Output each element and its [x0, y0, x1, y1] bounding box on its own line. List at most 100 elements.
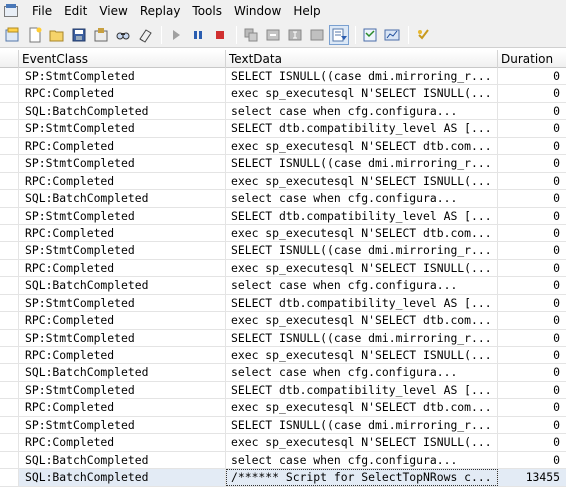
table-row[interactable]: SP:StmtCompleted SELECT dtb.compatibility… [0, 294, 566, 313]
row-selector[interactable] [0, 102, 19, 120]
step-icon[interactable] [263, 25, 283, 45]
cell-eventclass[interactable]: SP:StmtCompleted [19, 155, 226, 172]
column-header-textdata[interactable]: TextData [226, 50, 498, 68]
cell-duration[interactable]: 0 [498, 434, 566, 450]
cell-duration[interactable]: 0 [498, 260, 566, 276]
help-icon[interactable] [413, 25, 433, 45]
cell-eventclass[interactable]: RPC:Completed [19, 224, 226, 242]
table-row[interactable]: SQL:BatchCompleted select case when cfg.c… [0, 364, 566, 382]
cell-textdata[interactable]: /****** Script for SelectTopNRows c... [226, 469, 498, 486]
cell-eventclass[interactable]: RPC:Completed [19, 172, 226, 190]
cell-duration[interactable]: 0 [498, 277, 566, 293]
chart-icon[interactable] [382, 25, 402, 45]
table-row[interactable]: SQL:BatchCompleted/****** Script for Sel… [0, 469, 566, 487]
cell-duration[interactable]: 0 [498, 120, 566, 136]
save-icon[interactable] [69, 25, 89, 45]
row-selector[interactable] [0, 120, 19, 137]
cell-textdata[interactable]: select case when cfg.configura... [226, 451, 498, 469]
row-selector[interactable] [0, 347, 19, 364]
table-row[interactable]: SP:StmtCompleted SELECT ISNULL((case dmi.… [0, 242, 566, 260]
cell-textdata[interactable]: SELECT ISNULL((case dmi.mirroring_r... [226, 155, 498, 172]
properties-icon[interactable] [91, 25, 111, 45]
cell-textdata[interactable]: exec sp_executesql N'SELECT dtb.com... [226, 224, 498, 242]
table-row[interactable]: SP:StmtCompleted SELECT dtb.compatibility… [0, 120, 566, 138]
table-row[interactable]: SP:StmtCompleted SELECT ISNULL((case dmi.… [0, 155, 566, 173]
template-icon[interactable] [360, 25, 380, 45]
cell-duration[interactable]: 0 [498, 295, 566, 311]
cell-duration[interactable]: 0 [498, 364, 566, 380]
cell-duration[interactable]: 0 [498, 190, 566, 206]
cell-eventclass[interactable]: SP:StmtCompleted [19, 242, 226, 259]
menu-help[interactable]: Help [287, 0, 326, 22]
cell-eventclass[interactable]: SQL:BatchCompleted [19, 469, 226, 486]
cell-textdata[interactable]: SELECT dtb.compatibility_level AS [... [226, 120, 498, 137]
cell-textdata[interactable]: SELECT dtb.compatibility_level AS [... [226, 294, 498, 312]
trace-grid[interactable]: EventClass TextData Duration SP:StmtComp… [0, 48, 566, 491]
cell-textdata[interactable]: select case when cfg.configura... [226, 190, 498, 207]
cell-eventclass[interactable]: RPC:Completed [19, 312, 226, 329]
cell-eventclass[interactable]: SP:StmtCompleted [19, 120, 226, 137]
table-row[interactable]: RPC:Completed exec sp_executesql N'SELECT… [0, 434, 566, 452]
cell-textdata[interactable]: SELECT ISNULL((case dmi.mirroring_r... [226, 68, 498, 85]
row-selector[interactable] [0, 364, 19, 381]
cell-duration[interactable]: 0 [498, 330, 566, 346]
menu-edit[interactable]: Edit [58, 0, 93, 22]
table-row[interactable]: SQL:BatchCompleted select case when cfg.c… [0, 190, 566, 208]
cell-duration[interactable]: 0 [498, 155, 566, 171]
cell-textdata[interactable]: exec sp_executesql N'SELECT dtb.com... [226, 399, 498, 416]
table-row[interactable]: RPC:Completed exec sp_executesql N'SELECT… [0, 312, 566, 330]
menu-replay[interactable]: Replay [134, 0, 187, 22]
cell-duration[interactable]: 0 [498, 225, 566, 241]
cell-textdata[interactable]: exec sp_executesql N'SELECT ISNULL(... [226, 172, 498, 190]
row-selector[interactable] [0, 172, 19, 190]
cell-textdata[interactable]: exec sp_executesql N'SELECT dtb.com... [226, 137, 498, 155]
table-row[interactable]: RPC:Completed exec sp_executesql N'SELECT… [0, 399, 566, 417]
stop-icon[interactable] [210, 25, 230, 45]
row-selector[interactable] [0, 277, 19, 294]
row-selector[interactable] [0, 224, 19, 242]
pause-icon[interactable] [188, 25, 208, 45]
table-row[interactable]: SP:StmtCompleted SELECT ISNULL((case dmi.… [0, 416, 566, 435]
new-file-icon[interactable] [25, 25, 45, 45]
table-row[interactable]: SP:StmtCompleted SELECT dtb.compatibility… [0, 207, 566, 225]
replay-icon[interactable] [241, 25, 261, 45]
cell-textdata[interactable]: SELECT dtb.compatibility_level AS [... [226, 381, 498, 399]
menu-view[interactable]: View [93, 0, 133, 22]
row-selector[interactable] [0, 259, 19, 277]
table-row[interactable]: SP:StmtCompleted SELECT dtb.compatibility… [0, 381, 566, 400]
cell-eventclass[interactable]: SQL:BatchCompleted [19, 451, 226, 469]
row-selector[interactable] [0, 242, 19, 259]
cell-duration[interactable]: 0 [498, 208, 566, 224]
table-row[interactable]: SQL:BatchCompleted select case when cfg.c… [0, 451, 566, 470]
cell-textdata[interactable]: SELECT ISNULL((case dmi.mirroring_r... [226, 416, 498, 434]
cell-eventclass[interactable]: SP:StmtCompleted [19, 68, 226, 85]
cell-eventclass[interactable]: SQL:BatchCompleted [19, 190, 226, 207]
table-row[interactable]: RPC:Completed exec sp_executesql N'SELECT… [0, 172, 566, 191]
table-row[interactable]: SQL:BatchCompleted select case when cfg.c… [0, 277, 566, 295]
clear-icon[interactable] [135, 25, 155, 45]
menu-tools[interactable]: Tools [186, 0, 228, 22]
cell-textdata[interactable]: exec sp_executesql N'SELECT ISNULL(... [226, 85, 498, 102]
new-trace-icon[interactable] [3, 25, 23, 45]
table-row[interactable]: RPC:Completed exec sp_executesql N'SELECT… [0, 259, 566, 278]
row-selector[interactable] [0, 329, 19, 346]
find-icon[interactable] [113, 25, 133, 45]
row-selector[interactable] [0, 381, 19, 399]
replay-to-cursor-icon[interactable] [307, 25, 327, 45]
cell-textdata[interactable]: exec sp_executesql N'SELECT ISNULL(... [226, 259, 498, 277]
table-row[interactable]: SP:StmtCompleted SELECT ISNULL((case dmi.… [0, 68, 566, 86]
cell-textdata[interactable]: SELECT ISNULL((case dmi.mirroring_r... [226, 329, 498, 346]
table-row[interactable]: SQL:BatchCompleted select case when cfg.c… [0, 102, 566, 121]
column-header-duration[interactable]: Duration [498, 50, 566, 68]
row-selector[interactable] [0, 190, 19, 207]
column-header-eventclass[interactable]: EventClass [19, 50, 226, 68]
cell-textdata[interactable]: exec sp_executesql N'SELECT ISNULL(... [226, 347, 498, 364]
cell-duration[interactable]: 0 [498, 452, 566, 468]
open-icon[interactable] [47, 25, 67, 45]
cell-duration[interactable]: 0 [498, 312, 566, 328]
row-selector[interactable] [0, 85, 19, 102]
cell-textdata[interactable]: SELECT dtb.compatibility_level AS [... [226, 207, 498, 224]
row-selector[interactable] [0, 155, 19, 172]
table-row[interactable]: RPC:Completed exec sp_executesql N'SELECT… [0, 224, 566, 243]
cell-textdata[interactable]: select case when cfg.configura... [226, 277, 498, 294]
